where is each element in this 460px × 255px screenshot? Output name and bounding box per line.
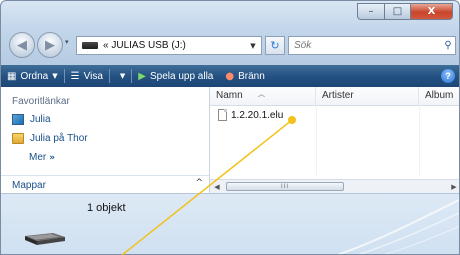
folder-icon bbox=[12, 133, 24, 144]
column-header-name[interactable]: ︿ Namn bbox=[210, 87, 316, 105]
column-divider bbox=[316, 105, 317, 175]
usb-drive-icon bbox=[25, 233, 65, 245]
navigation-pane: Favoritlänkar Julia Julia på Thor Mer» M… bbox=[1, 87, 210, 193]
scroll-thumb[interactable]: III bbox=[226, 182, 344, 191]
item-count: 1 objekt bbox=[87, 202, 126, 214]
chevron-down-icon[interactable]: ▼ bbox=[245, 37, 261, 54]
usb-drive-icon bbox=[82, 42, 98, 49]
file-name: 1.2.20.1.elu bbox=[231, 109, 284, 121]
caption-buttons: – □ X bbox=[357, 3, 453, 20]
help-button[interactable]: ? bbox=[441, 69, 455, 83]
favorite-link-julia-pa-thor[interactable]: Julia på Thor bbox=[12, 133, 88, 144]
file-icon bbox=[218, 109, 227, 121]
sort-indicator-icon: ︿ bbox=[258, 90, 265, 98]
history-dropdown[interactable]: ▾ bbox=[65, 38, 69, 46]
back-button[interactable]: ◀ bbox=[9, 32, 35, 58]
file-row[interactable]: 1.2.20.1.elu bbox=[218, 109, 283, 121]
more-links[interactable]: Mer» bbox=[29, 152, 55, 163]
explorer-window: – □ X ◀ ▶ ▾ « JULIAS USB (J:) ▼ ↻ ⚲ ▦ Or… bbox=[0, 0, 460, 255]
chevron-down-icon: ▼ bbox=[52, 72, 58, 80]
forward-button[interactable]: ▶ bbox=[37, 32, 63, 58]
search-box: ⚲ bbox=[288, 36, 456, 55]
organize-button[interactable]: ▦ Ordna ▼ bbox=[1, 65, 64, 87]
column-header-artists[interactable]: Artister bbox=[316, 87, 419, 105]
address-text: « JULIAS USB (J:) bbox=[103, 40, 186, 51]
favorites-title: Favoritlänkar bbox=[12, 96, 70, 107]
scroll-left-icon[interactable]: ◀ bbox=[210, 180, 224, 194]
organize-icon: ▦ bbox=[7, 70, 17, 82]
file-list-pane: ︿ Namn Artister Album 1.2.20.1.elu ◀ III … bbox=[210, 87, 459, 194]
column-headers: ︿ Namn Artister Album bbox=[210, 87, 459, 106]
favorite-link-julia[interactable]: Julia bbox=[12, 114, 51, 125]
refresh-icon: ↻ bbox=[270, 39, 280, 52]
minimize-button[interactable]: – bbox=[357, 3, 385, 20]
pane-divider bbox=[1, 175, 209, 176]
column-header-album[interactable]: Album bbox=[419, 87, 459, 105]
refresh-button[interactable]: ↻ bbox=[265, 36, 285, 55]
address-bar[interactable]: « JULIAS USB (J:) ▼ bbox=[76, 36, 262, 55]
close-button[interactable]: X bbox=[411, 3, 453, 20]
folders-header[interactable]: Mappar bbox=[12, 180, 46, 191]
search-icon[interactable]: ⚲ bbox=[441, 40, 455, 51]
chevron-down-icon: ▼ bbox=[119, 72, 126, 80]
burn-button[interactable]: ● Bränn bbox=[219, 65, 270, 87]
burn-icon: ● bbox=[225, 70, 235, 82]
play-all-button[interactable]: ▶ Spela upp alla bbox=[132, 65, 219, 87]
views-button[interactable]: ☰ Visa bbox=[65, 65, 109, 87]
maximize-button[interactable]: □ bbox=[385, 3, 411, 20]
search-input[interactable] bbox=[289, 39, 441, 52]
horizontal-scrollbar[interactable]: ◀ III ▶ bbox=[210, 179, 459, 194]
decorative-swirl bbox=[336, 198, 459, 254]
chevron-up-icon[interactable]: ^ bbox=[195, 178, 203, 188]
views-icon: ☰ bbox=[70, 70, 80, 82]
column-divider bbox=[419, 105, 420, 175]
command-toolbar: ▦ Ordna ▼ ☰ Visa ▼ ▶ Spela upp alla ● Brä… bbox=[1, 65, 459, 87]
forward-arrow-icon: ▶ bbox=[45, 37, 55, 53]
address-row: ◀ ▶ ▾ « JULIAS USB (J:) ▼ ↻ ⚲ bbox=[1, 25, 459, 65]
details-pane: 1 objekt bbox=[1, 193, 459, 254]
back-arrow-icon: ◀ bbox=[17, 37, 27, 53]
user-folder-icon bbox=[12, 114, 24, 125]
views-dropdown-button[interactable]: ▼ bbox=[110, 65, 131, 87]
scroll-right-icon[interactable]: ▶ bbox=[447, 180, 459, 194]
play-icon: ▶ bbox=[138, 70, 146, 82]
